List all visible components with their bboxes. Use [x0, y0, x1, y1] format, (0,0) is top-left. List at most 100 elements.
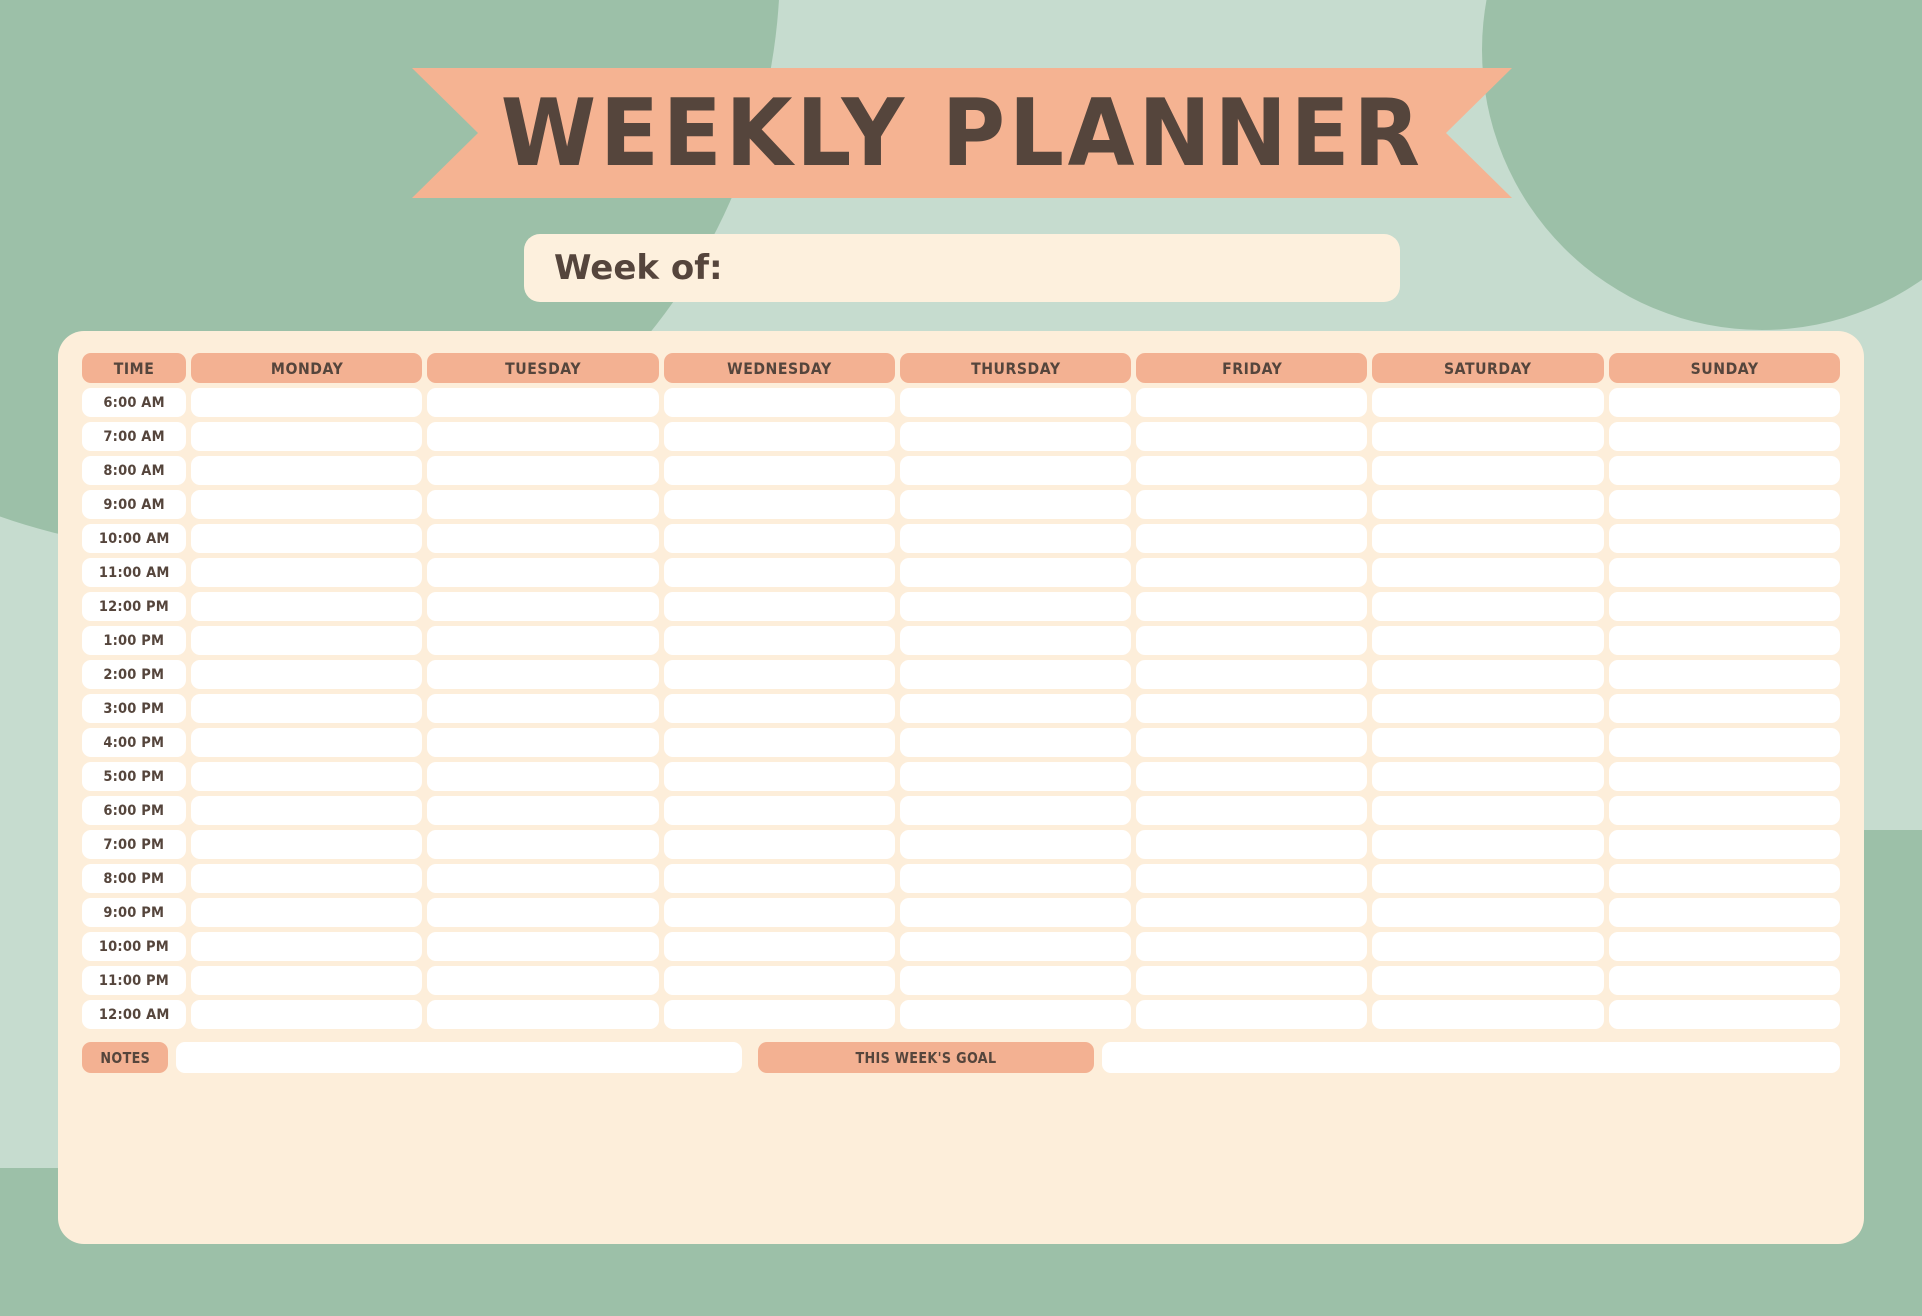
schedule-cell-friday[interactable]	[1136, 660, 1368, 689]
schedule-cell-wednesday[interactable]	[663, 490, 895, 519]
schedule-cell-friday[interactable]	[1136, 456, 1368, 485]
schedule-cell-tuesday[interactable]	[427, 524, 659, 553]
schedule-cell-sunday[interactable]	[1608, 830, 1840, 859]
schedule-cell-thursday[interactable]	[899, 932, 1132, 961]
schedule-cell-tuesday[interactable]	[427, 898, 659, 927]
schedule-cell-saturday[interactable]	[1372, 524, 1604, 553]
schedule-cell-thursday[interactable]	[899, 762, 1132, 791]
schedule-cell-tuesday[interactable]	[427, 694, 659, 723]
schedule-cell-friday[interactable]	[1136, 626, 1368, 655]
schedule-cell-wednesday[interactable]	[663, 660, 895, 689]
schedule-cell-saturday[interactable]	[1372, 456, 1604, 485]
schedule-cell-tuesday[interactable]	[427, 728, 659, 757]
schedule-cell-wednesday[interactable]	[663, 422, 895, 451]
schedule-cell-thursday[interactable]	[899, 728, 1132, 757]
schedule-cell-thursday[interactable]	[899, 830, 1132, 859]
schedule-cell-saturday[interactable]	[1372, 388, 1604, 417]
schedule-cell-friday[interactable]	[1136, 422, 1368, 451]
schedule-cell-saturday[interactable]	[1372, 898, 1604, 927]
schedule-cell-tuesday[interactable]	[427, 422, 659, 451]
schedule-cell-saturday[interactable]	[1372, 762, 1604, 791]
schedule-cell-wednesday[interactable]	[663, 864, 895, 893]
schedule-cell-wednesday[interactable]	[663, 728, 895, 757]
schedule-cell-monday[interactable]	[191, 966, 423, 995]
schedule-cell-tuesday[interactable]	[427, 966, 659, 995]
schedule-cell-saturday[interactable]	[1372, 558, 1604, 587]
schedule-cell-thursday[interactable]	[899, 694, 1132, 723]
schedule-cell-sunday[interactable]	[1608, 558, 1840, 587]
schedule-cell-thursday[interactable]	[899, 626, 1132, 655]
schedule-cell-thursday[interactable]	[899, 898, 1132, 927]
schedule-cell-thursday[interactable]	[899, 558, 1132, 587]
schedule-cell-thursday[interactable]	[899, 1000, 1132, 1029]
schedule-cell-thursday[interactable]	[899, 864, 1132, 893]
schedule-cell-wednesday[interactable]	[663, 626, 895, 655]
schedule-cell-friday[interactable]	[1136, 898, 1368, 927]
schedule-cell-monday[interactable]	[191, 660, 423, 689]
schedule-cell-tuesday[interactable]	[427, 1000, 659, 1029]
schedule-cell-thursday[interactable]	[899, 524, 1132, 553]
schedule-cell-friday[interactable]	[1136, 524, 1368, 553]
schedule-cell-saturday[interactable]	[1372, 830, 1604, 859]
schedule-cell-wednesday[interactable]	[663, 932, 895, 961]
week-of-field[interactable]: Week of:	[524, 234, 1400, 302]
schedule-cell-saturday[interactable]	[1372, 932, 1604, 961]
schedule-cell-saturday[interactable]	[1372, 626, 1604, 655]
schedule-cell-saturday[interactable]	[1372, 796, 1604, 825]
schedule-cell-monday[interactable]	[191, 932, 423, 961]
schedule-cell-saturday[interactable]	[1372, 422, 1604, 451]
schedule-cell-saturday[interactable]	[1372, 660, 1604, 689]
schedule-cell-thursday[interactable]	[899, 966, 1132, 995]
schedule-cell-sunday[interactable]	[1608, 932, 1840, 961]
schedule-cell-saturday[interactable]	[1372, 1000, 1604, 1029]
schedule-cell-saturday[interactable]	[1372, 592, 1604, 621]
schedule-cell-friday[interactable]	[1136, 966, 1368, 995]
schedule-cell-friday[interactable]	[1136, 728, 1368, 757]
schedule-cell-sunday[interactable]	[1608, 762, 1840, 791]
schedule-cell-monday[interactable]	[191, 864, 423, 893]
schedule-cell-sunday[interactable]	[1608, 796, 1840, 825]
schedule-cell-saturday[interactable]	[1372, 966, 1604, 995]
schedule-cell-sunday[interactable]	[1608, 422, 1840, 451]
schedule-cell-monday[interactable]	[191, 1000, 423, 1029]
schedule-cell-wednesday[interactable]	[663, 558, 895, 587]
schedule-cell-monday[interactable]	[191, 830, 423, 859]
schedule-cell-sunday[interactable]	[1608, 626, 1840, 655]
schedule-cell-sunday[interactable]	[1608, 966, 1840, 995]
schedule-cell-thursday[interactable]	[899, 796, 1132, 825]
schedule-cell-tuesday[interactable]	[427, 932, 659, 961]
schedule-cell-thursday[interactable]	[899, 422, 1132, 451]
schedule-cell-wednesday[interactable]	[663, 762, 895, 791]
schedule-cell-wednesday[interactable]	[663, 456, 895, 485]
schedule-cell-sunday[interactable]	[1608, 456, 1840, 485]
schedule-cell-sunday[interactable]	[1608, 490, 1840, 519]
schedule-cell-thursday[interactable]	[899, 456, 1132, 485]
schedule-cell-monday[interactable]	[191, 898, 423, 927]
schedule-cell-tuesday[interactable]	[427, 626, 659, 655]
schedule-cell-tuesday[interactable]	[427, 864, 659, 893]
schedule-cell-wednesday[interactable]	[663, 388, 895, 417]
schedule-cell-thursday[interactable]	[899, 388, 1132, 417]
schedule-cell-friday[interactable]	[1136, 830, 1368, 859]
schedule-cell-friday[interactable]	[1136, 796, 1368, 825]
schedule-cell-tuesday[interactable]	[427, 388, 659, 417]
schedule-cell-tuesday[interactable]	[427, 796, 659, 825]
schedule-cell-sunday[interactable]	[1608, 898, 1840, 927]
schedule-cell-tuesday[interactable]	[427, 830, 659, 859]
schedule-cell-monday[interactable]	[191, 694, 423, 723]
schedule-cell-friday[interactable]	[1136, 694, 1368, 723]
schedule-cell-tuesday[interactable]	[427, 592, 659, 621]
schedule-cell-tuesday[interactable]	[427, 558, 659, 587]
schedule-cell-tuesday[interactable]	[427, 490, 659, 519]
schedule-cell-sunday[interactable]	[1608, 1000, 1840, 1029]
schedule-cell-sunday[interactable]	[1608, 388, 1840, 417]
schedule-cell-tuesday[interactable]	[427, 660, 659, 689]
schedule-cell-saturday[interactable]	[1372, 694, 1604, 723]
schedule-cell-friday[interactable]	[1136, 558, 1368, 587]
schedule-cell-sunday[interactable]	[1608, 728, 1840, 757]
schedule-cell-wednesday[interactable]	[663, 1000, 895, 1029]
schedule-cell-friday[interactable]	[1136, 762, 1368, 791]
schedule-cell-thursday[interactable]	[899, 660, 1132, 689]
schedule-cell-friday[interactable]	[1136, 388, 1368, 417]
schedule-cell-sunday[interactable]	[1608, 694, 1840, 723]
